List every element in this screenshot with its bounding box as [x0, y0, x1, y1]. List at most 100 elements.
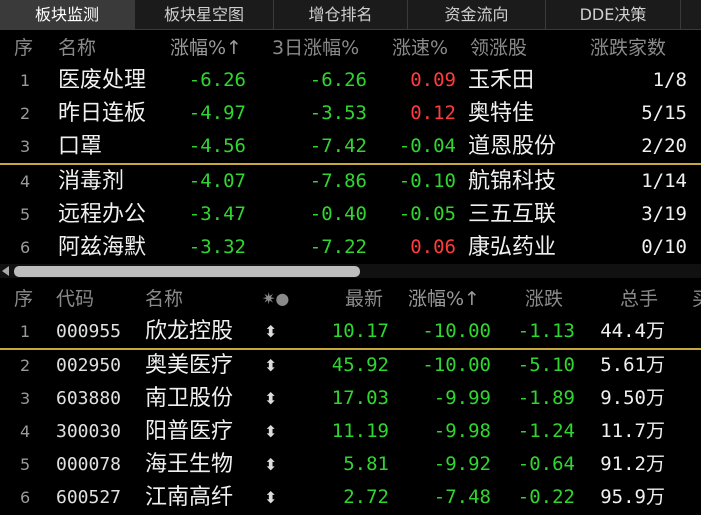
- col-header-name[interactable]: 名称: [145, 284, 183, 314]
- stock-price: 5.81: [343, 453, 389, 475]
- sector-name: 远程办公: [58, 202, 147, 227]
- row-index: 3: [20, 389, 31, 408]
- row-index: 6: [20, 238, 31, 257]
- col-header-index[interactable]: 序: [14, 33, 33, 63]
- leader-stock[interactable]: 康弘药业: [468, 231, 556, 264]
- leader-stock[interactable]: 道恩股份: [468, 130, 556, 163]
- tab-sector-monitor[interactable]: 板块监测: [0, 0, 135, 29]
- stock-name: 奥美医疗: [145, 353, 234, 378]
- sector-speed: 0.12: [410, 102, 456, 124]
- stock-name: 江南高纤: [145, 485, 234, 510]
- stock-change: -9.98: [433, 420, 491, 442]
- sector-row[interactable]: 4 消毒剂 -4.07 -7.86 -0.10 航锦科技 1/14: [0, 165, 701, 198]
- col-header-flags[interactable]: ✷●: [262, 284, 289, 314]
- stock-delta: -1.24: [517, 420, 575, 442]
- sector-speed: -0.04: [398, 135, 456, 157]
- stock-change: -10.00: [422, 354, 491, 376]
- leader-stock[interactable]: 三五互联: [468, 198, 556, 231]
- stock-price: 10.17: [331, 320, 389, 342]
- stock-row[interactable]: 5 000078 海王生物 ⬍ 5.81 -9.92 -0.64 91.2万: [0, 448, 701, 481]
- sector-change-3d: -7.86: [309, 170, 367, 192]
- col-header-price[interactable]: 最新: [345, 284, 383, 314]
- stock-code: 300030: [56, 421, 122, 442]
- tab-fund-flow[interactable]: 资金流向: [408, 0, 546, 29]
- stock-row[interactable]: 4 300030 阳普医疗 ⬍ 11.19 -9.98 -1.24 11.7万: [0, 415, 701, 448]
- row-index: 3: [20, 137, 31, 156]
- col-header-name[interactable]: 名称: [58, 33, 96, 63]
- stock-change: -7.48: [433, 486, 491, 508]
- stock-row[interactable]: 1 000955 欣龙控股 ⬍ 10.17 -10.00 -1.13 44.4万: [0, 315, 701, 348]
- leader-stock[interactable]: 玉禾田: [468, 64, 534, 97]
- stock-delta: -0.22: [517, 486, 575, 508]
- stock-table-header: 序 代码 名称 ✷● 最新 涨幅%↑ 涨跌 总手 买: [0, 284, 701, 314]
- col-header-rise-fall-count[interactable]: 涨跌家数: [590, 33, 666, 63]
- stock-row[interactable]: 3 603880 南卫股份 ⬍ 17.03 -9.99 -1.89 9.50万: [0, 382, 701, 415]
- sector-speed: 0.06: [410, 236, 456, 258]
- sector-name: 消毒剂: [58, 169, 125, 194]
- tab-dde-decision[interactable]: DDE决策: [546, 0, 681, 29]
- sector-name: 阿兹海默: [58, 235, 147, 260]
- stock-name: 欣龙控股: [145, 319, 234, 344]
- sector-change-3d: -3.53: [309, 102, 367, 124]
- sector-name: 医废处理: [58, 68, 147, 93]
- sector-row[interactable]: 3 口罩 -4.56 -7.42 -0.04 道恩股份 2/20: [0, 130, 701, 163]
- stock-delta: -0.64: [517, 453, 575, 475]
- stock-row[interactable]: 2 002950 奥美医疗 ⬍ 45.92 -10.00 -5.10 5.61万: [0, 349, 701, 382]
- col-header-change[interactable]: 涨幅%↑: [408, 284, 480, 314]
- col-header-delta[interactable]: 涨跌: [525, 284, 563, 314]
- sector-change: -3.47: [188, 203, 246, 225]
- sector-table-header: 序 名称 涨幅%↑ 3日涨幅% 涨速% 领涨股 涨跌家数: [0, 33, 701, 63]
- stock-delta: -5.10: [517, 354, 575, 376]
- rise-fall-count: 1/8: [652, 69, 687, 91]
- col-header-more[interactable]: 买: [692, 284, 701, 314]
- sector-row[interactable]: 5 远程办公 -3.47 -0.40 -0.05 三五互联 3/19: [0, 198, 701, 231]
- stock-price: 2.72: [343, 486, 389, 508]
- stock-name: 南卫股份: [145, 386, 234, 411]
- stock-volume: 11.7万: [600, 420, 665, 442]
- col-header-index[interactable]: 序: [14, 284, 33, 314]
- scrollbar-thumb[interactable]: [14, 266, 360, 277]
- leader-stock[interactable]: 奥特佳: [468, 97, 534, 130]
- sector-row[interactable]: 2 昨日连板 -4.97 -3.53 0.12 奥特佳 5/15: [0, 97, 701, 130]
- up-down-arrow-icon: ⬍: [264, 455, 278, 474]
- leader-stock[interactable]: 航锦科技: [468, 165, 556, 198]
- col-header-volume[interactable]: 总手: [620, 284, 658, 314]
- row-index: 5: [20, 205, 31, 224]
- stock-name: 海王生物: [145, 452, 234, 477]
- sector-change: -4.97: [188, 102, 246, 124]
- sector-name: 口罩: [58, 134, 103, 159]
- col-header-change-3d[interactable]: 3日涨幅%: [272, 33, 359, 63]
- scroll-left-arrow-icon[interactable]: [2, 266, 9, 276]
- stock-code: 603880: [56, 388, 122, 409]
- tab-position-ranking[interactable]: 增仓排名: [274, 0, 408, 29]
- sector-speed: -0.10: [398, 170, 456, 192]
- row-index: 1: [20, 322, 31, 341]
- stock-delta: -1.13: [517, 320, 575, 342]
- stock-name: 阳普医疗: [145, 419, 234, 444]
- col-header-speed[interactable]: 涨速%: [392, 33, 448, 63]
- stock-volume: 44.4万: [600, 320, 665, 342]
- rise-fall-count: 5/15: [641, 102, 687, 124]
- stock-price: 45.92: [331, 354, 389, 376]
- stock-volume: 5.61万: [600, 354, 665, 376]
- stock-code: 002950: [56, 355, 122, 376]
- stock-code: 600527: [56, 487, 122, 508]
- tab-sector-starmap[interactable]: 板块星空图: [135, 0, 274, 29]
- stock-row[interactable]: 6 600527 江南高纤 ⬍ 2.72 -7.48 -0.22 95.9万: [0, 481, 701, 514]
- sector-row[interactable]: 6 阿兹海默 -3.32 -7.22 0.06 康弘药业 0/10: [0, 231, 701, 264]
- sector-change: -4.07: [188, 170, 246, 192]
- col-header-code[interactable]: 代码: [56, 284, 94, 314]
- stock-change: -9.92: [433, 453, 491, 475]
- stock-change: -10.00: [422, 320, 491, 342]
- rise-fall-count: 2/20: [641, 135, 687, 157]
- rise-fall-count: 0/10: [641, 236, 687, 258]
- sector-row[interactable]: 1 医废处理 -6.26 -6.26 0.09 玉禾田 1/8: [0, 64, 701, 97]
- stock-volume: 91.2万: [600, 453, 665, 475]
- stock-volume: 9.50万: [600, 387, 665, 409]
- col-header-change[interactable]: 涨幅%↑: [170, 33, 242, 63]
- top-tab-bar: 板块监测 板块星空图 增仓排名 资金流向 DDE决策: [0, 0, 701, 30]
- col-header-leader[interactable]: 领涨股: [470, 33, 527, 63]
- sector-change-3d: -7.22: [309, 236, 367, 258]
- sector-change-3d: -7.42: [309, 135, 367, 157]
- up-down-arrow-icon: ⬍: [264, 356, 278, 375]
